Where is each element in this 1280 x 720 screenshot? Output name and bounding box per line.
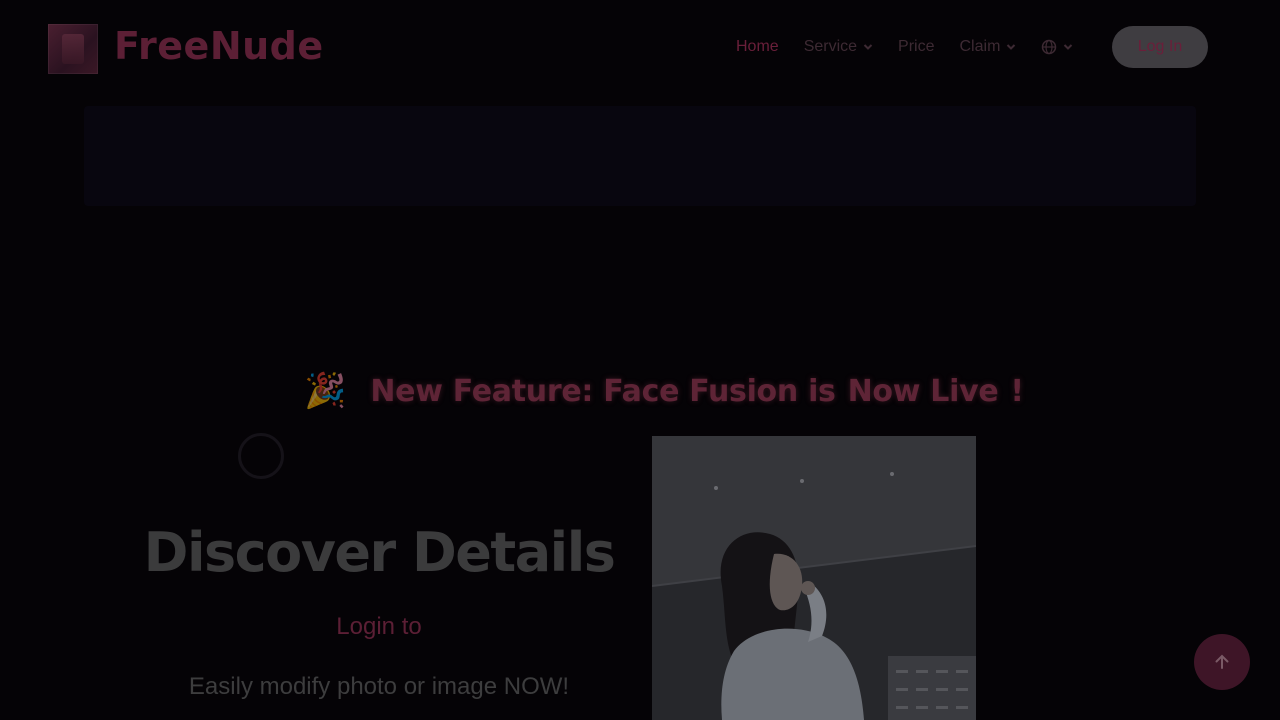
chevron-down-icon bbox=[1007, 44, 1016, 50]
language-selector[interactable] bbox=[1041, 39, 1073, 55]
main-nav: Home Service Price Claim bbox=[736, 36, 1098, 58]
nav-price[interactable]: Price bbox=[898, 36, 934, 58]
announcement-exclamation: ! bbox=[1010, 373, 1024, 409]
sample-photo bbox=[652, 436, 976, 720]
nav-service[interactable]: Service bbox=[804, 36, 873, 58]
nav-claim-label: Claim bbox=[959, 38, 1001, 55]
nav-claim[interactable]: Claim bbox=[960, 36, 1017, 58]
loading-spinner-icon bbox=[238, 433, 284, 479]
party-popper-icon: 🎉 bbox=[304, 372, 347, 410]
photo-illustration bbox=[652, 436, 976, 720]
arrow-up-icon bbox=[1215, 654, 1229, 669]
brand-name[interactable]: FreeNude bbox=[114, 24, 324, 68]
globe-icon bbox=[1042, 39, 1057, 55]
logo-figure bbox=[62, 34, 84, 64]
scroll-to-top-button[interactable] bbox=[1194, 634, 1250, 690]
nav-price-label: Price bbox=[898, 38, 935, 55]
feature-announcement[interactable]: 🎉 New Feature: Face Fusion is Now Live ! bbox=[304, 368, 1024, 414]
hero-title: Discover Details bbox=[143, 521, 616, 584]
hero-login-link[interactable]: Login to bbox=[140, 612, 618, 642]
announcement-highlight: Now Live bbox=[847, 373, 999, 409]
top-navbar: FreeNude Home Service Price Claim Log In bbox=[0, 0, 1280, 94]
nav-home-label: Home bbox=[736, 38, 779, 55]
login-button[interactable]: Log In bbox=[1112, 26, 1208, 68]
chevron-down-icon bbox=[1064, 44, 1073, 50]
announcement-text: New Feature: Face Fusion is bbox=[370, 373, 836, 409]
chevron-down-icon bbox=[863, 44, 873, 50]
brand-logo-icon[interactable] bbox=[48, 24, 98, 74]
nav-home[interactable]: Home bbox=[736, 36, 779, 58]
nav-service-label: Service bbox=[803, 38, 858, 55]
hero-subtitle: Easily modify photo or image NOW! bbox=[188, 673, 570, 700]
ad-banner[interactable] bbox=[84, 106, 1196, 206]
